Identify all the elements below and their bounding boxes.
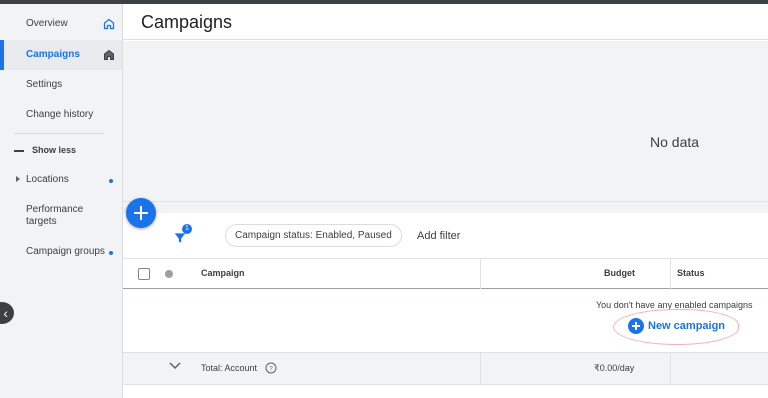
sidebar-divider <box>14 133 104 134</box>
sidebar-item-performance-targets[interactable]: Performance targets <box>0 200 122 232</box>
show-less-toggle[interactable]: Show less <box>0 139 122 163</box>
column-divider <box>670 259 671 290</box>
filter-count-badge: 1 <box>182 224 192 234</box>
add-circle-icon <box>628 318 644 334</box>
chevron-down-icon[interactable] <box>169 362 181 370</box>
column-divider <box>670 353 671 385</box>
column-divider <box>480 259 481 290</box>
sidebar-item-change-history[interactable]: Change history <box>0 102 122 128</box>
expand-caret-icon <box>16 176 20 182</box>
sidebar-item-campaign-groups[interactable]: Campaign groups <box>0 240 122 264</box>
sidebar-item-label: Show less <box>32 145 77 155</box>
total-row: Total: Account ? ₹0.00/day <box>123 352 768 385</box>
sidebar-item-label: Settings <box>26 79 63 90</box>
filter-bar: 1 Campaign status: Enabled, Paused Add f… <box>123 214 768 258</box>
column-header-status[interactable]: Status <box>677 268 705 278</box>
bottom-strip <box>123 384 768 398</box>
sidebar-item-locations[interactable]: Locations <box>0 168 122 192</box>
sidebar-item-label: Change history <box>26 109 94 120</box>
column-header-campaign[interactable]: Campaign <box>201 268 245 278</box>
add-filter-button[interactable]: Add filter <box>417 230 460 242</box>
help-icon[interactable]: ? <box>265 362 277 374</box>
select-all-checkbox[interactable] <box>138 268 150 280</box>
page-header: Campaigns <box>123 4 768 40</box>
sidebar-item-label: Performance targets <box>26 204 84 227</box>
main-content: Campaigns No data 1 Campaign status: Ena… <box>123 4 768 398</box>
sidebar-item-label: Locations <box>26 174 69 185</box>
sidebar-item-settings[interactable]: Settings <box>0 72 122 98</box>
notification-dot <box>109 251 113 255</box>
active-indicator <box>0 40 4 70</box>
notification-dot <box>109 179 113 183</box>
sidebar-item-label: Campaign groups <box>26 246 105 257</box>
total-label: Total: Account <box>201 363 258 373</box>
sidebar-item-overview[interactable]: Overview <box>0 11 122 37</box>
new-campaign-label: New campaign <box>648 320 726 332</box>
new-campaign-button[interactable]: New campaign <box>628 318 725 334</box>
sidebar-item-campaigns[interactable]: Campaigns <box>0 40 122 70</box>
sidebar-item-label: Overview <box>26 18 68 29</box>
home-icon <box>103 18 115 30</box>
add-fab-button[interactable] <box>126 198 156 228</box>
chart-area: No data <box>123 41 768 201</box>
total-budget: ₹0.00/day <box>594 363 635 373</box>
section-gap <box>123 201 768 213</box>
status-dot-icon <box>165 270 173 278</box>
page-title: Campaigns <box>141 12 233 32</box>
sidebar: Overview Campaigns Settings Change histo… <box>0 4 123 398</box>
column-divider <box>480 353 481 385</box>
collapse-dash-icon <box>14 150 24 152</box>
campaign-status-filter-chip[interactable]: Campaign status: Enabled, Paused <box>225 224 402 247</box>
column-header-budget[interactable]: Budget <box>604 268 635 278</box>
home-icon <box>104 49 114 60</box>
svg-text:?: ? <box>269 366 273 372</box>
table-header: Campaign Budget Status <box>123 258 768 290</box>
sidebar-item-label: Campaigns <box>26 49 80 60</box>
empty-table-row: You don't have any enabled campaigns New… <box>123 289 768 352</box>
no-data-message: No data <box>650 134 700 150</box>
